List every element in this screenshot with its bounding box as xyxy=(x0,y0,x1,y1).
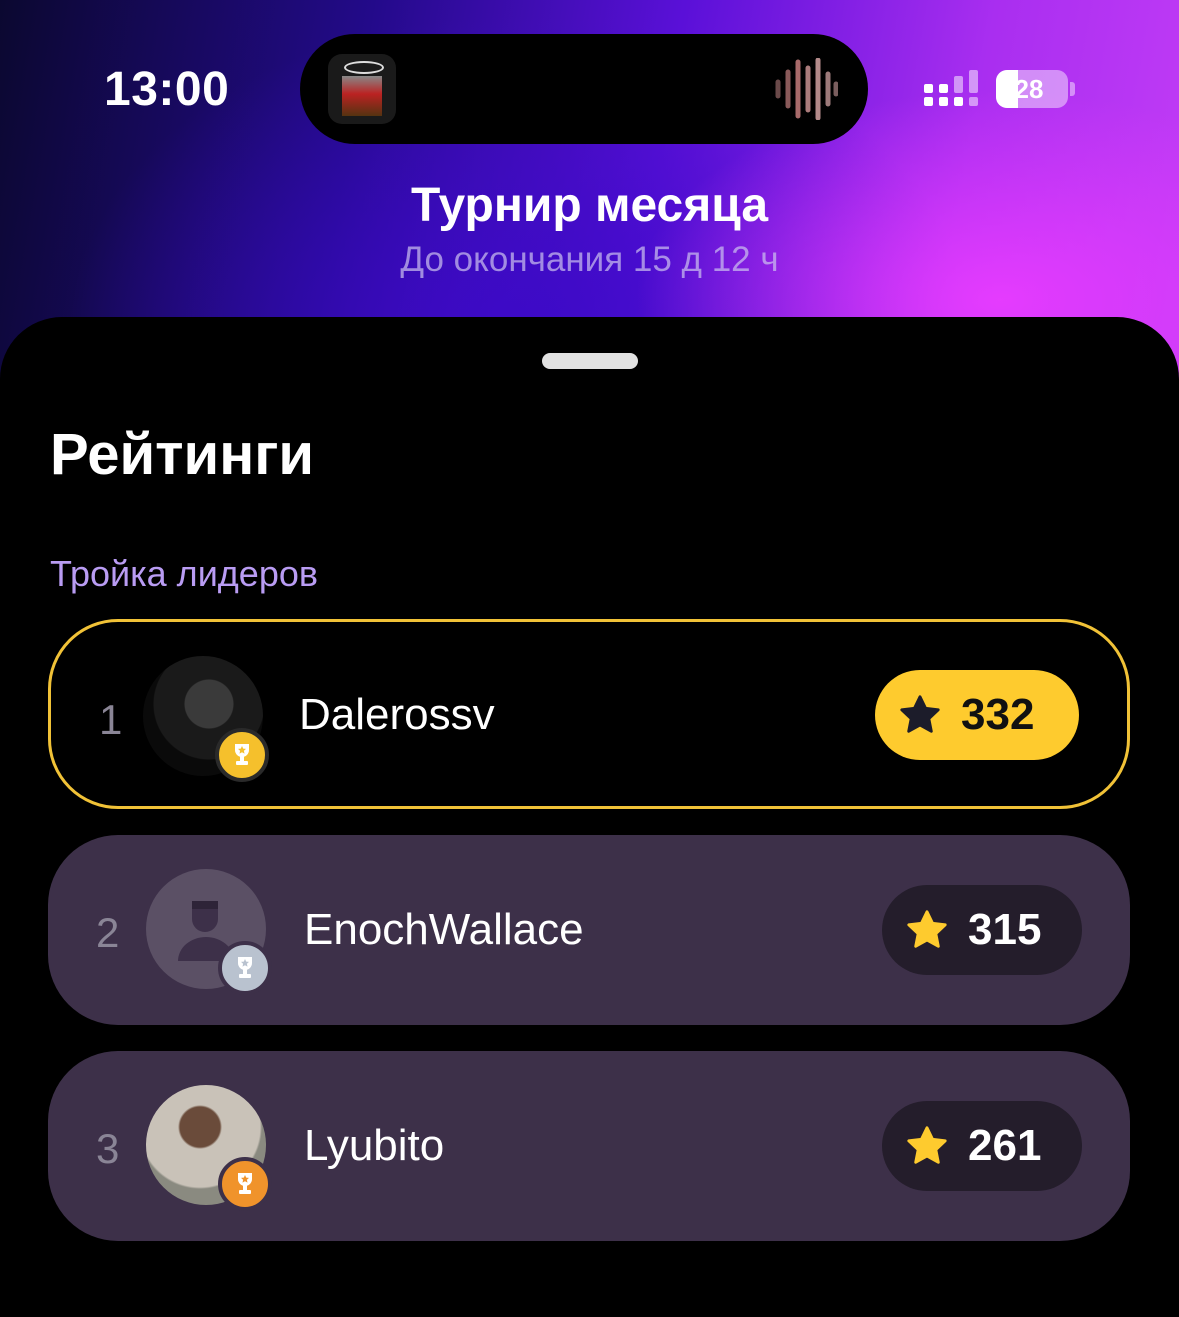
player-name: EnochWallace xyxy=(304,905,584,954)
sheet-grabber[interactable] xyxy=(542,353,638,369)
trophy-icon xyxy=(218,941,272,995)
battery-icon: 28 xyxy=(996,70,1068,108)
star-icon xyxy=(907,910,947,948)
dynamic-island[interactable] xyxy=(300,34,868,144)
battery-level: 28 xyxy=(1014,74,1044,104)
rank-number: 2 xyxy=(96,909,120,956)
page-title: Турнир месяца xyxy=(410,179,769,232)
rank-number: 3 xyxy=(96,1125,120,1172)
star-icon xyxy=(907,1126,947,1164)
rank-number: 1 xyxy=(99,696,123,743)
score-value: 315 xyxy=(968,905,1042,954)
score-badge: 315 xyxy=(882,885,1082,975)
score-badge: 332 xyxy=(875,670,1079,760)
leader-row-1[interactable]: 1 Dalerossv 332 xyxy=(48,619,1130,809)
section-title: Рейтинги xyxy=(50,422,315,487)
status-time: 13:00 xyxy=(104,63,230,116)
battery-tip xyxy=(1070,82,1075,96)
player-name: Dalerossv xyxy=(299,690,495,739)
star-icon xyxy=(900,695,940,733)
leader-row-3[interactable]: 3 Lyubito 261 xyxy=(48,1051,1130,1241)
ratings-sheet: Рейтинги Тройка лидеров 1 Dalerossv 332 … xyxy=(0,317,1179,1317)
trophy-icon xyxy=(218,1157,272,1211)
now-playing-artwork xyxy=(328,54,396,124)
waveform-icon xyxy=(775,58,838,120)
signal-icon xyxy=(924,70,978,106)
leader-row-2[interactable]: 2 EnochWallace 315 xyxy=(48,835,1130,1025)
score-value: 261 xyxy=(968,1121,1042,1170)
player-name: Lyubito xyxy=(304,1121,445,1170)
countdown-text: До окончания 15 д 12 ч xyxy=(400,240,779,279)
score-value: 332 xyxy=(961,690,1035,739)
trophy-icon xyxy=(215,728,269,782)
leaders-label: Тройка лидеров xyxy=(50,553,318,594)
score-badge: 261 xyxy=(882,1101,1082,1191)
